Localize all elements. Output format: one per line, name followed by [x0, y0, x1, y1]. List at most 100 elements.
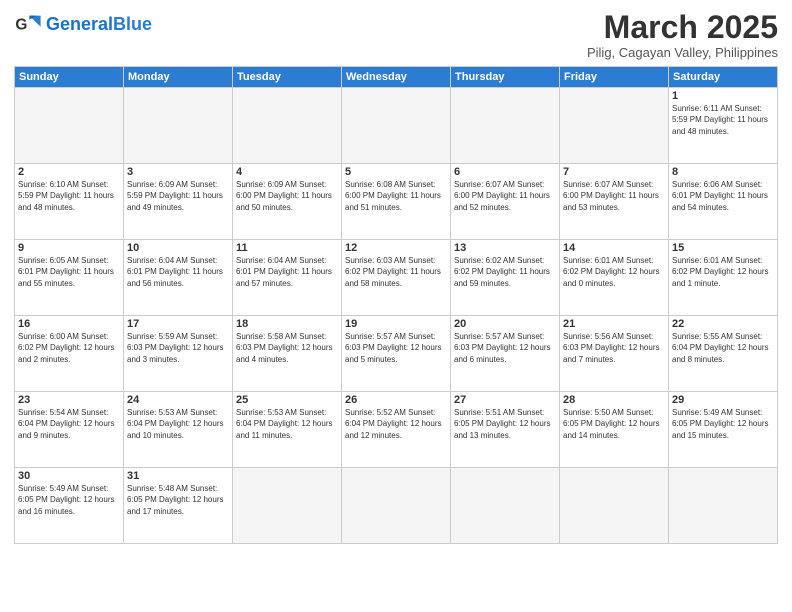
day-number: 30: [18, 470, 120, 482]
day-info: Sunrise: 6:08 AM Sunset: 6:00 PM Dayligh…: [345, 179, 447, 213]
day-number: 22: [672, 318, 774, 330]
calendar-cell: 19Sunrise: 5:57 AM Sunset: 6:03 PM Dayli…: [342, 316, 451, 392]
calendar-cell: 11Sunrise: 6:04 AM Sunset: 6:01 PM Dayli…: [233, 240, 342, 316]
day-info: Sunrise: 6:05 AM Sunset: 6:01 PM Dayligh…: [18, 255, 120, 289]
day-number: 15: [672, 242, 774, 254]
day-number: 3: [127, 166, 229, 178]
calendar-week-0: 1Sunrise: 6:11 AM Sunset: 5:59 PM Daylig…: [15, 88, 778, 164]
day-number: 16: [18, 318, 120, 330]
day-info: Sunrise: 5:51 AM Sunset: 6:05 PM Dayligh…: [454, 407, 556, 441]
calendar-cell: 29Sunrise: 5:49 AM Sunset: 6:05 PM Dayli…: [669, 392, 778, 468]
day-info: Sunrise: 5:54 AM Sunset: 6:04 PM Dayligh…: [18, 407, 120, 441]
calendar-cell: 26Sunrise: 5:52 AM Sunset: 6:04 PM Dayli…: [342, 392, 451, 468]
day-info: Sunrise: 5:58 AM Sunset: 6:03 PM Dayligh…: [236, 331, 338, 365]
day-number: 17: [127, 318, 229, 330]
day-number: 27: [454, 394, 556, 406]
calendar-cell: 18Sunrise: 5:58 AM Sunset: 6:03 PM Dayli…: [233, 316, 342, 392]
calendar-cell: [451, 468, 560, 544]
day-info: Sunrise: 6:09 AM Sunset: 5:59 PM Dayligh…: [127, 179, 229, 213]
calendar-cell: 21Sunrise: 5:56 AM Sunset: 6:03 PM Dayli…: [560, 316, 669, 392]
calendar-cell: 27Sunrise: 5:51 AM Sunset: 6:05 PM Dayli…: [451, 392, 560, 468]
calendar-cell: 3Sunrise: 6:09 AM Sunset: 5:59 PM Daylig…: [124, 164, 233, 240]
svg-text:G: G: [15, 17, 27, 34]
calendar-cell: [233, 88, 342, 164]
day-number: 2: [18, 166, 120, 178]
day-number: 25: [236, 394, 338, 406]
day-number: 20: [454, 318, 556, 330]
day-number: 5: [345, 166, 447, 178]
day-number: 12: [345, 242, 447, 254]
col-monday: Monday: [124, 67, 233, 88]
calendar-cell: 25Sunrise: 5:53 AM Sunset: 6:04 PM Dayli…: [233, 392, 342, 468]
day-number: 13: [454, 242, 556, 254]
day-info: Sunrise: 5:57 AM Sunset: 6:03 PM Dayligh…: [454, 331, 556, 365]
day-number: 23: [18, 394, 120, 406]
day-number: 9: [18, 242, 120, 254]
day-number: 19: [345, 318, 447, 330]
calendar-cell: 5Sunrise: 6:08 AM Sunset: 6:00 PM Daylig…: [342, 164, 451, 240]
header: G GeneralBlue March 2025 Pilig, Cagayan …: [14, 10, 778, 60]
calendar-week-3: 16Sunrise: 6:00 AM Sunset: 6:02 PM Dayli…: [15, 316, 778, 392]
day-number: 21: [563, 318, 665, 330]
calendar-cell: [124, 88, 233, 164]
day-info: Sunrise: 6:04 AM Sunset: 6:01 PM Dayligh…: [236, 255, 338, 289]
col-wednesday: Wednesday: [342, 67, 451, 88]
calendar-cell: 13Sunrise: 6:02 AM Sunset: 6:02 PM Dayli…: [451, 240, 560, 316]
calendar-cell: 12Sunrise: 6:03 AM Sunset: 6:02 PM Dayli…: [342, 240, 451, 316]
title-block: March 2025 Pilig, Cagayan Valley, Philip…: [587, 10, 778, 60]
day-info: Sunrise: 5:49 AM Sunset: 6:05 PM Dayligh…: [18, 483, 120, 517]
calendar-cell: 30Sunrise: 5:49 AM Sunset: 6:05 PM Dayli…: [15, 468, 124, 544]
day-info: Sunrise: 6:00 AM Sunset: 6:02 PM Dayligh…: [18, 331, 120, 365]
day-info: Sunrise: 5:59 AM Sunset: 6:03 PM Dayligh…: [127, 331, 229, 365]
col-friday: Friday: [560, 67, 669, 88]
calendar-cell: 2Sunrise: 6:10 AM Sunset: 5:59 PM Daylig…: [15, 164, 124, 240]
calendar-cell: 24Sunrise: 5:53 AM Sunset: 6:04 PM Dayli…: [124, 392, 233, 468]
day-info: Sunrise: 5:57 AM Sunset: 6:03 PM Dayligh…: [345, 331, 447, 365]
calendar-week-1: 2Sunrise: 6:10 AM Sunset: 5:59 PM Daylig…: [15, 164, 778, 240]
day-number: 8: [672, 166, 774, 178]
day-number: 4: [236, 166, 338, 178]
month-title: March 2025: [587, 10, 778, 45]
day-info: Sunrise: 6:09 AM Sunset: 6:00 PM Dayligh…: [236, 179, 338, 213]
day-number: 28: [563, 394, 665, 406]
day-number: 1: [672, 90, 774, 102]
col-sunday: Sunday: [15, 67, 124, 88]
calendar-cell: [342, 88, 451, 164]
calendar-cell: 4Sunrise: 6:09 AM Sunset: 6:00 PM Daylig…: [233, 164, 342, 240]
calendar-cell: 10Sunrise: 6:04 AM Sunset: 6:01 PM Dayli…: [124, 240, 233, 316]
day-number: 6: [454, 166, 556, 178]
day-info: Sunrise: 5:53 AM Sunset: 6:04 PM Dayligh…: [127, 407, 229, 441]
calendar-cell: [560, 468, 669, 544]
calendar-cell: 7Sunrise: 6:07 AM Sunset: 6:00 PM Daylig…: [560, 164, 669, 240]
day-info: Sunrise: 5:49 AM Sunset: 6:05 PM Dayligh…: [672, 407, 774, 441]
calendar-cell: 6Sunrise: 6:07 AM Sunset: 6:00 PM Daylig…: [451, 164, 560, 240]
logo-text: GeneralBlue: [46, 15, 152, 33]
calendar-cell: 22Sunrise: 5:55 AM Sunset: 6:04 PM Dayli…: [669, 316, 778, 392]
calendar-cell: 9Sunrise: 6:05 AM Sunset: 6:01 PM Daylig…: [15, 240, 124, 316]
day-info: Sunrise: 6:02 AM Sunset: 6:02 PM Dayligh…: [454, 255, 556, 289]
calendar-week-4: 23Sunrise: 5:54 AM Sunset: 6:04 PM Dayli…: [15, 392, 778, 468]
day-info: Sunrise: 6:04 AM Sunset: 6:01 PM Dayligh…: [127, 255, 229, 289]
col-tuesday: Tuesday: [233, 67, 342, 88]
day-info: Sunrise: 6:01 AM Sunset: 6:02 PM Dayligh…: [563, 255, 665, 289]
calendar-week-5: 30Sunrise: 5:49 AM Sunset: 6:05 PM Dayli…: [15, 468, 778, 544]
calendar-cell: 8Sunrise: 6:06 AM Sunset: 6:01 PM Daylig…: [669, 164, 778, 240]
day-number: 26: [345, 394, 447, 406]
day-number: 29: [672, 394, 774, 406]
day-number: 10: [127, 242, 229, 254]
day-number: 24: [127, 394, 229, 406]
subtitle: Pilig, Cagayan Valley, Philippines: [587, 45, 778, 60]
calendar-week-2: 9Sunrise: 6:05 AM Sunset: 6:01 PM Daylig…: [15, 240, 778, 316]
day-info: Sunrise: 5:56 AM Sunset: 6:03 PM Dayligh…: [563, 331, 665, 365]
day-info: Sunrise: 6:01 AM Sunset: 6:02 PM Dayligh…: [672, 255, 774, 289]
day-number: 18: [236, 318, 338, 330]
calendar-header-row: Sunday Monday Tuesday Wednesday Thursday…: [15, 67, 778, 88]
logo-icon: G: [14, 10, 42, 38]
day-info: Sunrise: 5:52 AM Sunset: 6:04 PM Dayligh…: [345, 407, 447, 441]
calendar-cell: [560, 88, 669, 164]
day-info: Sunrise: 5:48 AM Sunset: 6:05 PM Dayligh…: [127, 483, 229, 517]
day-info: Sunrise: 6:11 AM Sunset: 5:59 PM Dayligh…: [672, 103, 774, 137]
page: G GeneralBlue March 2025 Pilig, Cagayan …: [0, 0, 792, 612]
calendar-cell: 28Sunrise: 5:50 AM Sunset: 6:05 PM Dayli…: [560, 392, 669, 468]
logo: G GeneralBlue: [14, 10, 152, 38]
